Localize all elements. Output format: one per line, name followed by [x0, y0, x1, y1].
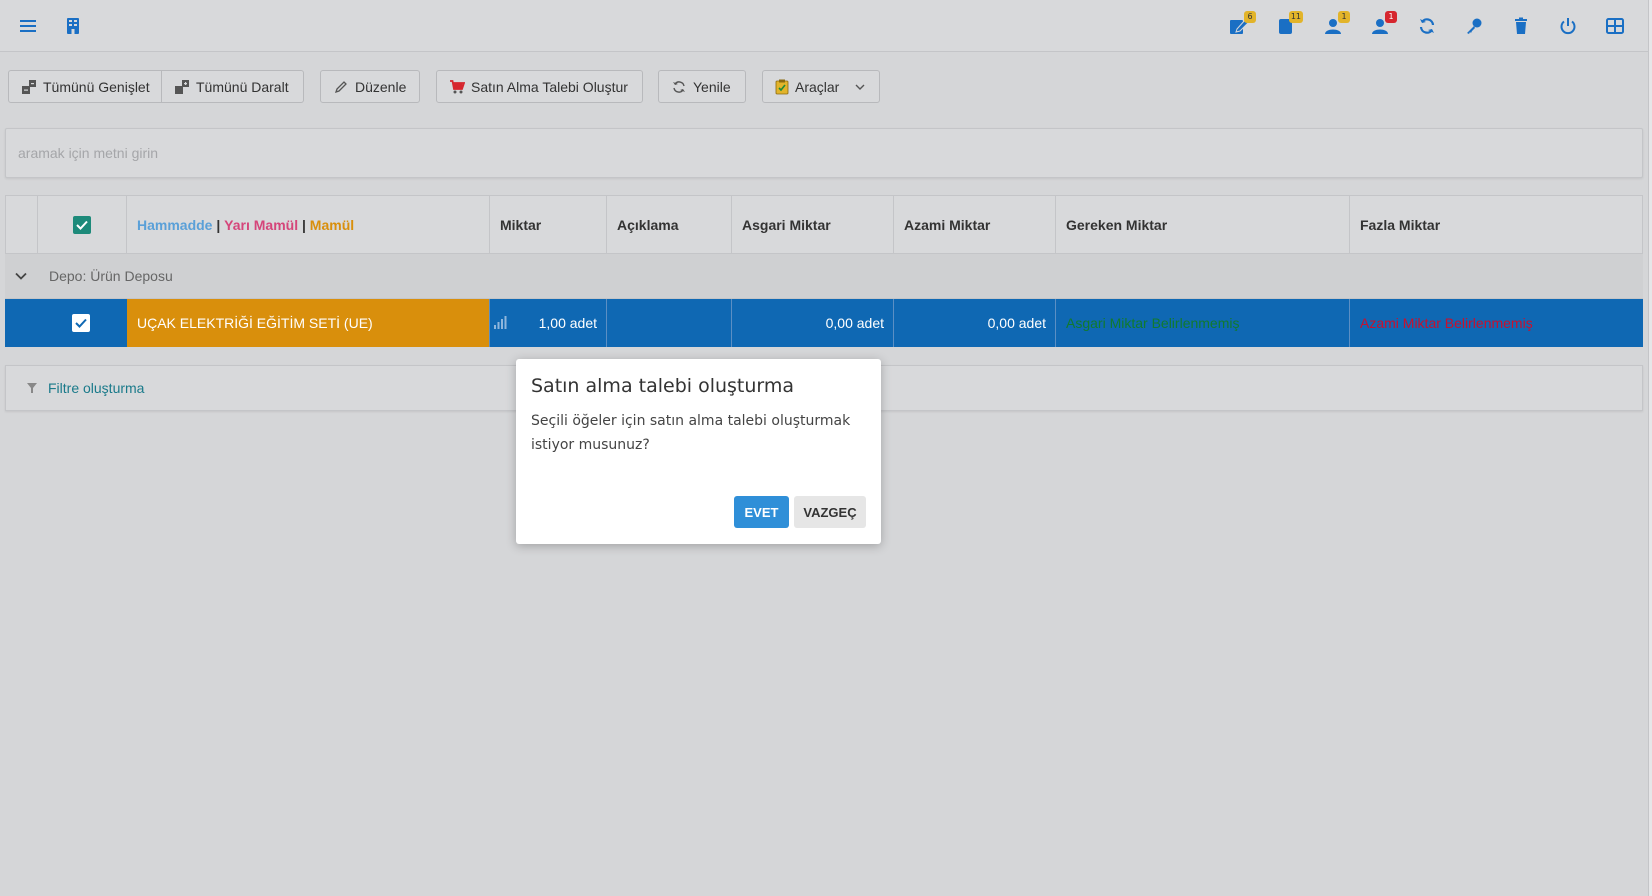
tools-dropdown-button[interactable]: Araçlar [762, 70, 880, 103]
legend-separator: | [212, 216, 225, 233]
select-all-checkbox[interactable] [73, 215, 91, 234]
header-gereken[interactable]: Gereken Miktar [1056, 195, 1350, 254]
expand-icon [21, 79, 37, 95]
group-row[interactable]: Depo: Ürün Deposu [5, 254, 1643, 299]
edit-badge: 6 [1244, 11, 1256, 23]
cart-icon [449, 79, 465, 95]
confirm-dialog: Satın alma talebi oluşturma Seçili öğele… [516, 359, 881, 544]
yes-button[interactable]: EVET [734, 496, 789, 528]
grid-layout-icon[interactable] [1602, 13, 1628, 39]
row-azami: 0,00 adet [894, 299, 1056, 347]
dialog-title: Satın alma talebi oluşturma [531, 375, 795, 397]
filter-icon [26, 382, 38, 394]
refresh-button[interactable]: Yenile [658, 70, 746, 103]
purchase-request-label: Satın Alma Talebi Oluştur [471, 78, 628, 95]
row-gereken: Asgari Miktar Belirlenmemiş [1056, 299, 1350, 347]
scrollbar[interactable] [1648, 0, 1652, 896]
clipboard-icon [775, 79, 789, 95]
building-icon[interactable] [60, 13, 86, 39]
refresh-label: Yenile [693, 78, 731, 95]
key-icon[interactable] [1461, 13, 1487, 39]
top-bar: 6 11 1 1 [0, 0, 1652, 52]
refresh-small-icon [671, 79, 687, 95]
chevron-down-icon[interactable] [15, 272, 31, 280]
pencil-icon [333, 79, 349, 95]
dialog-message: Seçili öğeler için satın alma talebi olu… [531, 413, 851, 453]
menu-icon[interactable] [15, 13, 41, 39]
expand-all-button[interactable]: Tümünü Genişlet [8, 70, 162, 103]
header-azami[interactable]: Azami Miktar [894, 195, 1056, 254]
group-label: Depo: Ürün Deposu [49, 268, 173, 284]
row-product-name: UÇAK ELEKTRİĞİ EĞİTİM SETİ (UE) [127, 299, 490, 347]
collapse-all-label: Tümünü Daralt [196, 78, 289, 95]
purchase-request-button[interactable]: Satın Alma Talebi Oluştur [436, 70, 643, 103]
edit-label: Düzenle [355, 78, 407, 95]
row-select-cell[interactable] [5, 299, 127, 347]
signal-bars-icon [493, 316, 507, 333]
book-badge: 11 [1288, 11, 1303, 23]
header-product[interactable]: Hammadde | Yarı Mamül | Mamül [127, 195, 490, 254]
legend-semi-product: Yarı Mamül [224, 216, 299, 233]
book-icon[interactable]: 11 [1273, 11, 1303, 39]
expand-all-label: Tümünü Genişlet [43, 78, 150, 95]
power-icon[interactable] [1555, 13, 1581, 39]
header-aciklama[interactable]: Açıklama [607, 195, 732, 254]
header-miktar[interactable]: Miktar [490, 195, 607, 254]
legend-separator: | [298, 216, 310, 233]
legend-raw-material: Hammadde [137, 216, 213, 233]
legend-product: Mamül [309, 216, 355, 233]
collapse-all-button[interactable]: Tümünü Daralt [162, 70, 304, 103]
edit-button[interactable]: Düzenle [320, 70, 420, 103]
user-icon[interactable]: 1 [1320, 11, 1350, 39]
cancel-button[interactable]: VAZGEÇ [794, 496, 866, 528]
user-upload-icon[interactable]: 1 [1367, 11, 1397, 39]
search-input[interactable] [6, 129, 1642, 177]
collapse-icon [174, 79, 190, 95]
upload-badge: 1 [1385, 11, 1397, 23]
header-asgari[interactable]: Asgari Miktar [732, 195, 894, 254]
table-row[interactable]: UÇAK ELEKTRİĞİ EĞİTİM SETİ (UE) 1,00 ade… [5, 299, 1643, 347]
header-fazla[interactable]: Fazla Miktar [1350, 195, 1643, 254]
chevron-down-icon [853, 79, 867, 95]
edit-notes-icon[interactable]: 6 [1226, 11, 1256, 39]
row-aciklama [607, 299, 732, 347]
row-fazla: Azami Miktar Belirlenmemiş [1360, 315, 1533, 331]
tools-label: Araçlar [795, 78, 840, 95]
header-expand-col [5, 195, 38, 254]
header-select-all[interactable] [38, 195, 127, 254]
row-miktar-value: 1,00 adet [538, 315, 597, 331]
search-box [5, 128, 1643, 178]
trash-icon[interactable] [1508, 13, 1534, 39]
row-checkbox[interactable] [72, 314, 90, 332]
row-miktar: 1,00 adet [490, 299, 607, 347]
filter-label[interactable]: Filtre oluşturma [48, 380, 144, 396]
refresh-icon[interactable] [1414, 13, 1440, 39]
user-badge: 1 [1338, 11, 1350, 23]
row-asgari: 0,00 adet [732, 299, 894, 347]
